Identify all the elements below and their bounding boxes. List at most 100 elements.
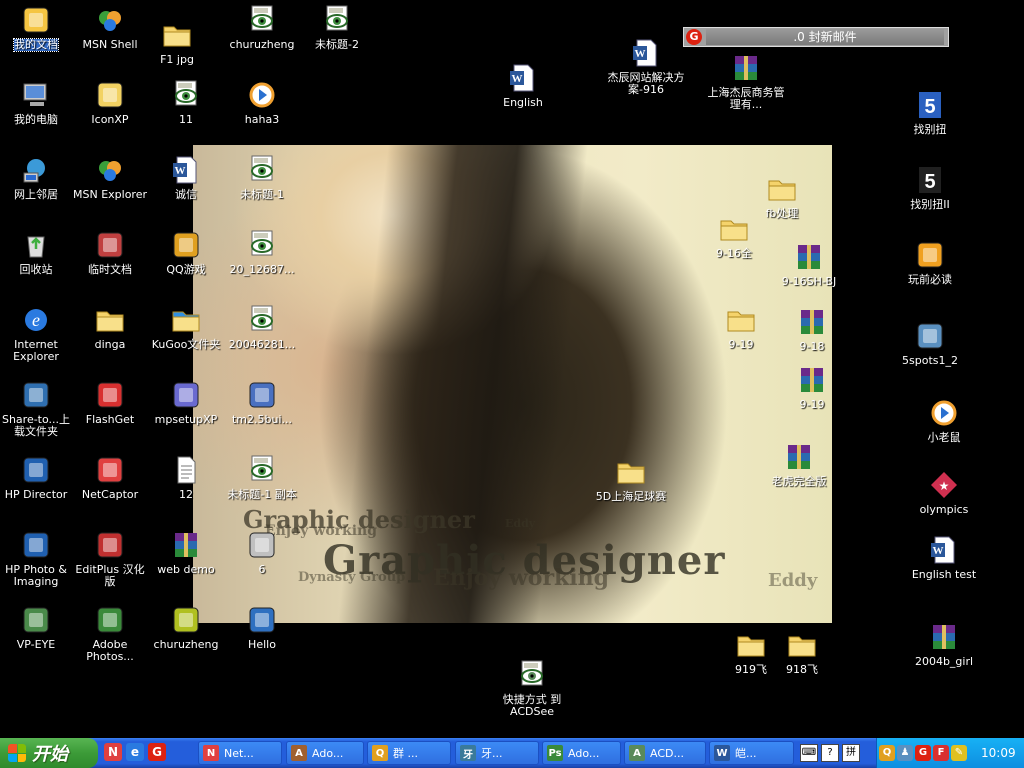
taskbar-button[interactable]: N Net... xyxy=(198,741,282,765)
msn-butterfly-icon xyxy=(94,154,126,186)
tray-icons: Q ♟ G F ✎ xyxy=(877,745,967,761)
desktop-icon[interactable]: 网上邻居 xyxy=(0,154,76,201)
help-icon[interactable]: ? xyxy=(821,744,839,762)
desktop-icon-label: 9-19 xyxy=(728,338,754,351)
desktop-icon[interactable]: 9-19 xyxy=(701,304,781,351)
desktop-icon[interactable]: churuzheng xyxy=(146,604,226,651)
taskbar-button[interactable]: 牙牙... xyxy=(455,741,539,765)
desktop-icon[interactable]: HP Photo & Imaging xyxy=(0,529,76,588)
desktop-icon[interactable]: EditPlus 汉化版 xyxy=(70,529,150,588)
text-file-icon xyxy=(170,454,202,486)
hello-app-icon xyxy=(246,604,278,636)
desktop-icon[interactable]: Adobe Photos... xyxy=(70,604,150,663)
netcaptor-icon[interactable]: N xyxy=(104,743,122,761)
desktop-icon[interactable]: F1 jpg xyxy=(137,19,217,66)
desktop-icon[interactable]: QQ游戏 xyxy=(146,229,226,276)
adobe-icon: A xyxy=(291,745,307,761)
desktop-icon[interactable]: web demo xyxy=(146,529,226,576)
desktop-icon-label: VP-EYE xyxy=(16,638,56,651)
desktop-icon[interactable]: churuzheng xyxy=(222,4,302,51)
desktop-icon[interactable]: 11 xyxy=(146,79,226,126)
desktop-icon[interactable]: tm2.5bui... xyxy=(222,379,302,426)
mail-icon[interactable]: G xyxy=(148,743,166,761)
desktop-icon[interactable]: Hello xyxy=(222,604,302,651)
svg-text:W: W xyxy=(635,48,646,60)
desktop-icon[interactable]: 未标题-2 xyxy=(297,4,377,51)
desktop-icon[interactable]: W 诚信 xyxy=(146,154,226,201)
winrar-icon xyxy=(928,621,960,653)
desktop-icon[interactable]: 20046281... xyxy=(222,304,302,351)
desktop-icon[interactable]: 老虎完全版 xyxy=(759,441,839,488)
mail-tray-icon[interactable]: G xyxy=(915,745,931,761)
desktop-icon[interactable]: haha3 xyxy=(222,79,302,126)
desktop-icon[interactable]: 9-19 xyxy=(772,364,852,411)
desktop-icon-label: 我的电脑 xyxy=(14,113,58,126)
keyboard-icon[interactable]: ⌨ xyxy=(800,744,818,762)
desktop-icon[interactable]: 回收站 xyxy=(0,229,76,276)
desktop-icon[interactable]: dinga xyxy=(70,304,150,351)
ime-icon[interactable]: 拼 xyxy=(842,744,860,762)
desktop-icon[interactable]: MSN Explorer xyxy=(70,154,150,201)
desktop-icon[interactable]: 小老鼠 xyxy=(904,397,984,444)
desktop-icon[interactable]: mpsetupXP xyxy=(146,379,226,426)
pencil-tray-icon[interactable]: ✎ xyxy=(951,745,967,761)
taskbar-button[interactable]: Ps Ado... xyxy=(542,741,621,765)
desktop-icon[interactable]: 2004b_girl xyxy=(904,621,984,668)
wallpaper-text: Eddy xyxy=(505,517,536,530)
desktop-icon[interactable]: HP Director xyxy=(0,454,76,501)
flashget-tray-icon[interactable]: F xyxy=(933,745,949,761)
desktop-icon[interactable]: W English test xyxy=(904,534,984,581)
taskbar-button[interactable]: A Ado... xyxy=(286,741,364,765)
desktop-icon[interactable]: 12 xyxy=(146,454,226,501)
zhaobieniu-icon: 5 xyxy=(914,89,946,121)
word-doc-icon: W xyxy=(170,154,202,186)
task-icon: 牙 xyxy=(460,745,476,761)
desktop-icon-label: 11 xyxy=(179,113,193,126)
desktop-icon-label: mpsetupXP xyxy=(154,413,218,426)
start-button[interactable]: 开始 xyxy=(0,738,98,768)
desktop-icon[interactable]: 我的文档 xyxy=(0,4,76,52)
desktop-icon[interactable]: 5spots1_2 xyxy=(890,320,970,367)
internet-explorer-icon[interactable]: e xyxy=(126,743,144,761)
desktop-icon-label: 2004b_girl xyxy=(914,655,974,668)
word-doc-icon: W xyxy=(630,37,662,69)
desktop-icon[interactable]: 上海杰辰商务管理有... xyxy=(706,52,786,111)
desktop-icon[interactable]: 9-18 xyxy=(772,306,852,353)
desktop-icon[interactable]: 玩前必读 xyxy=(890,239,970,286)
desktop-icon[interactable]: ★ olympics xyxy=(904,469,984,516)
desktop-icon[interactable]: FlashGet xyxy=(70,379,150,426)
desktop-icon-label: 杰辰网站解决方案-916 xyxy=(607,71,685,96)
desktop-icon[interactable]: KuGoo文件夹 xyxy=(146,304,226,351)
desktop-icon[interactable]: Share-to...上载文件夹 xyxy=(0,379,76,438)
folder-icon xyxy=(725,304,757,336)
taskbar-button[interactable]: A ACD... xyxy=(624,741,706,765)
desktop-icon[interactable]: e Internet Explorer xyxy=(0,304,76,363)
desktop-icon[interactable]: VP-EYE xyxy=(0,604,76,651)
desktop-icon[interactable]: W English xyxy=(483,62,563,109)
desktop-icon[interactable]: 我的电脑 xyxy=(0,79,76,126)
users-tray-icon[interactable]: ♟ xyxy=(897,745,913,761)
mail-logo-icon: G xyxy=(686,29,702,45)
desktop-icon[interactable]: 918飞 xyxy=(762,629,842,676)
network-icon xyxy=(20,154,52,186)
desktop-icon[interactable]: NetCaptor xyxy=(70,454,150,501)
desktop-icon[interactable]: 临时文档 xyxy=(70,229,150,276)
desktop-icon[interactable]: IconXP xyxy=(70,79,150,126)
desktop-icon[interactable]: W 杰辰网站解决方案-916 xyxy=(606,37,686,96)
desktop-icon[interactable]: 未标题-1 xyxy=(222,154,302,201)
desktop-icon-label: 诚信 xyxy=(175,188,197,201)
desktop-icon[interactable]: 20_12687... xyxy=(222,229,302,276)
desktop-icon[interactable]: 5 找别扭II xyxy=(890,164,970,211)
desktop-icon[interactable]: 未标题-1 副本 xyxy=(222,454,302,501)
desktop-icon[interactable]: 6 xyxy=(222,529,302,576)
desktop-icon[interactable]: 9-16SH-BJ xyxy=(769,241,849,288)
desktop-icon[interactable]: 5 找别扭 xyxy=(890,89,970,136)
mail-notification-bar[interactable]: G .0 封新邮件 xyxy=(683,27,949,47)
desktop-icon[interactable]: 5D上海足球赛 xyxy=(591,456,671,503)
desktop-icon-label: 玩前必读 xyxy=(908,273,952,286)
desktop-icon[interactable]: 9-16全 xyxy=(694,213,774,260)
taskbar-button[interactable]: W 皑... xyxy=(709,741,794,765)
desktop-icon[interactable]: 快捷方式 到 ACDSee xyxy=(492,659,572,718)
qq-tray-icon[interactable]: Q xyxy=(879,745,895,761)
taskbar-button[interactable]: Q 群 ... xyxy=(367,741,451,765)
